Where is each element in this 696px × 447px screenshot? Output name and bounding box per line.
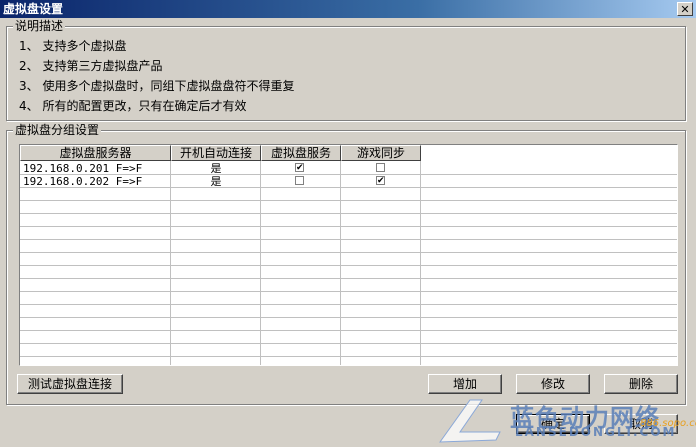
grid-line — [20, 304, 677, 305]
description-line-3: 3、 使用多个虚拟盘时，同组下虚拟盘盘符不得重复 — [19, 79, 295, 93]
table-row[interactable]: 192.168.0.201 F=>F 是 ✔ — [20, 162, 677, 175]
vdisk-service-checkbox[interactable] — [295, 176, 304, 185]
vdisk-server-list[interactable]: 虚拟盘服务器 开机自动连接 虚拟盘服务 游戏同步 192.168.0.201 F… — [19, 144, 678, 366]
close-icon: ✕ — [680, 3, 690, 16]
watermark-site: 886.sopo.com — [640, 418, 696, 429]
grid-line — [20, 343, 677, 344]
title-bar: 虚拟盘设置 ✕ — [0, 0, 696, 18]
list-header: 虚拟盘服务器 开机自动连接 虚拟盘服务 游戏同步 — [20, 145, 677, 161]
game-sync-checkbox[interactable] — [376, 163, 385, 172]
column-header-auto-connect[interactable]: 开机自动连接 — [171, 145, 261, 161]
description-line-2: 2、 支持第三方虚拟盘产品 — [19, 59, 163, 73]
auto-connect-cell: 是 — [210, 175, 222, 188]
description-legend: 说明描述 — [13, 19, 66, 33]
grid-line — [20, 252, 677, 253]
grid-line — [20, 330, 677, 331]
game-sync-checkbox[interactable]: ✔ — [376, 176, 385, 186]
watermark: 蓝色动力网络 LANSEDONGLI.COM 886.sopo.com — [430, 392, 696, 447]
window-title: 虚拟盘设置 — [3, 2, 64, 16]
grid-line — [20, 356, 677, 357]
add-button[interactable]: 增加 — [428, 374, 502, 394]
column-header-game-sync[interactable]: 游戏同步 — [341, 145, 421, 161]
watermark-logo-icon — [439, 399, 501, 443]
server-cell: 192.168.0.201 F=>F — [23, 162, 143, 175]
description-line-1: 1、 支持多个虚拟盘 — [19, 39, 127, 53]
grid-line — [20, 200, 677, 201]
grid-line — [170, 161, 171, 365]
grid-line — [20, 226, 677, 227]
grid-line — [20, 239, 677, 240]
description-group: 说明描述 1、 支持多个虚拟盘 2、 支持第三方虚拟盘产品 3、 使用多个虚拟盘… — [6, 19, 686, 121]
vdisk-service-checkbox[interactable]: ✔ — [295, 163, 304, 173]
grid-line — [20, 291, 677, 292]
column-header-server[interactable]: 虚拟盘服务器 — [20, 145, 171, 161]
close-button[interactable]: ✕ — [677, 2, 693, 16]
server-cell: 192.168.0.202 F=>F — [23, 175, 143, 188]
grid-line — [20, 213, 677, 214]
description-line-4: 4、 所有的配置更改，只有在确定后才有效 — [19, 99, 247, 113]
auto-connect-cell: 是 — [210, 162, 222, 175]
grid-line — [20, 278, 677, 279]
group-legend: 虚拟盘分组设置 — [13, 123, 102, 137]
grid-line — [340, 161, 341, 365]
grid-line — [260, 161, 261, 365]
grid-line — [420, 161, 421, 365]
grid-line — [20, 317, 677, 318]
delete-button[interactable]: 删除 — [604, 374, 678, 394]
grid-line — [20, 265, 677, 266]
test-vdisk-connection-button[interactable]: 测试虚拟盘连接 — [17, 374, 123, 394]
column-header-vdisk-service[interactable]: 虚拟盘服务 — [261, 145, 341, 161]
edit-button[interactable]: 修改 — [516, 374, 590, 394]
table-row[interactable]: 192.168.0.202 F=>F 是 ✔ — [20, 175, 677, 188]
